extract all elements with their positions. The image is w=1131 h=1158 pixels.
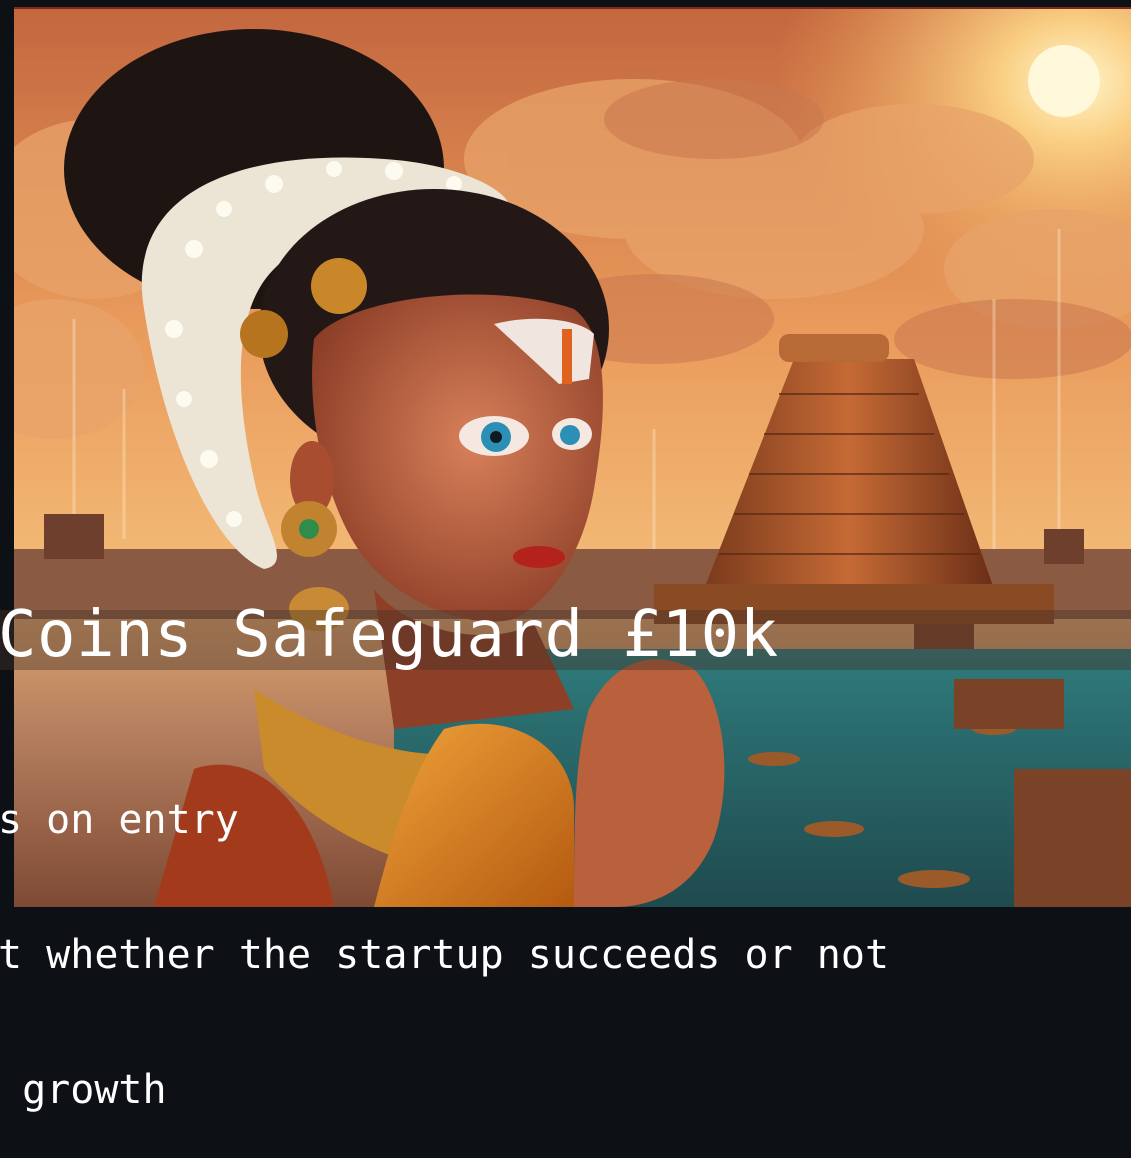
bullet-lines: s on entry t whether the startup succeed… bbox=[0, 708, 889, 1158]
bullet-line: growth bbox=[0, 1067, 167, 1113]
bullet-line: s on entry bbox=[0, 797, 239, 843]
bullet-line: t whether the startup succeeds or not bbox=[0, 932, 890, 978]
slide-title: Coins Safeguard £10k bbox=[0, 598, 779, 672]
